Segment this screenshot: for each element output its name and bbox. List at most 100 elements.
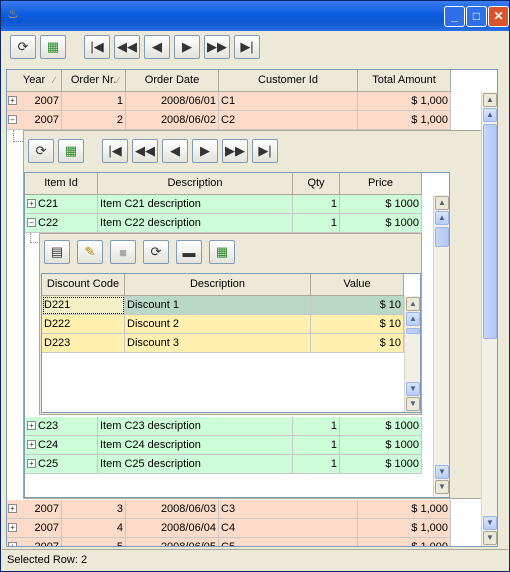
discounts-scrollbar[interactable]: ▲ ▲ ▼ ▼: [404, 296, 420, 412]
table-row[interactable]: + C23 Item C23 description 1 $ 1000: [25, 417, 422, 436]
next-button[interactable]: ▶: [174, 35, 200, 59]
delete-icon: ▬: [182, 244, 196, 260]
scroll-up-icon[interactable]: ▲: [406, 312, 420, 326]
discounts-grid: Discount Code Description Value D221 Dis…: [41, 273, 421, 413]
column-price[interactable]: Price: [340, 173, 422, 195]
table-row[interactable]: –2007 2 2008/06/02 C2 $ 1,000: [7, 111, 451, 130]
edit-button[interactable]: ✎: [77, 240, 103, 264]
scroll-top-icon[interactable]: ▲: [406, 297, 420, 311]
previous-icon: ◀: [152, 39, 162, 54]
column-year[interactable]: Year ∕: [7, 70, 62, 92]
last-page-icon: ▶|: [258, 143, 272, 158]
excel-export-icon: ▦: [46, 39, 60, 54]
items-toolbar: ⟳ ▦ |◀ ◀◀ ◀ ▶ ▶▶ ▶|: [28, 139, 278, 163]
expand-icon[interactable]: +: [27, 458, 36, 468]
discounts-grid-header: Discount Code Description Value: [42, 274, 404, 296]
column-description[interactable]: Description: [98, 173, 293, 195]
expand-icon[interactable]: +: [27, 439, 36, 449]
expand-icon[interactable]: +: [27, 420, 36, 430]
column-discount-code[interactable]: Discount Code: [42, 274, 125, 296]
reload-icon: ⟳: [17, 39, 29, 54]
minimize-button[interactable]: _: [444, 6, 465, 27]
orders-grid-header: Year ∕ Order Nr. ∕ Order Date Customer Id …: [7, 70, 451, 92]
expand-icon[interactable]: +: [8, 523, 17, 532]
excel-export-button[interactable]: ▦: [209, 240, 235, 264]
next-icon: ▶: [200, 143, 210, 158]
first-page-button[interactable]: |◀: [102, 139, 128, 163]
scroll-up-icon[interactable]: ▲: [435, 211, 449, 225]
table-row[interactable]: +2007 1 2008/06/01 C1 $ 1,000: [7, 92, 451, 111]
scroll-bottom-icon[interactable]: ▼: [483, 531, 497, 545]
scroll-top-icon[interactable]: ▲: [435, 196, 449, 210]
excel-export-button[interactable]: ▦: [40, 35, 66, 59]
items-subgrid-panel: ⟳ ▦ |◀ ◀◀ ◀ ▶ ▶▶ ▶| Item Id Description …: [23, 130, 482, 499]
reload-button[interactable]: ⟳: [28, 139, 54, 163]
scroll-top-icon[interactable]: ▲: [483, 93, 497, 107]
save-button[interactable]: ■: [110, 240, 136, 264]
table-row[interactable]: D222 Discount 2 $ 10: [42, 315, 404, 334]
table-row[interactable]: + C25 Item C25 description 1 $ 1000: [25, 455, 422, 474]
table-row[interactable]: + C21 Item C21 description 1 $ 1000: [25, 195, 422, 214]
next-page-icon: ▶▶: [225, 143, 245, 158]
table-row[interactable]: D221 Discount 1 $ 10: [42, 296, 404, 315]
table-row[interactable]: + C24 Item C24 description 1 $ 1000: [25, 436, 422, 455]
column-customer-id[interactable]: Customer Id: [219, 70, 358, 92]
table-row[interactable]: +2007 3 2008/06/03 C3 $ 1,000: [7, 500, 451, 519]
expand-icon[interactable]: +: [8, 542, 17, 546]
title-bar[interactable]: ♨ _ □ ✕: [1, 1, 509, 31]
import-button[interactable]: ▤: [44, 240, 70, 264]
scroll-thumb[interactable]: [406, 328, 420, 334]
table-row[interactable]: D223 Discount 3 $ 10: [42, 334, 404, 353]
scroll-bottom-icon[interactable]: ▼: [406, 397, 420, 411]
delete-button[interactable]: ▬: [176, 240, 202, 264]
column-item-id[interactable]: Item Id: [25, 173, 98, 195]
column-total-amount[interactable]: Total Amount: [358, 70, 451, 92]
last-page-button[interactable]: ▶|: [234, 35, 260, 59]
expand-icon[interactable]: +: [8, 504, 17, 513]
scroll-down-icon[interactable]: ▼: [406, 382, 420, 396]
scroll-up-icon[interactable]: ▲: [483, 108, 497, 122]
scroll-down-icon[interactable]: ▼: [435, 465, 449, 479]
next-page-button[interactable]: ▶▶: [204, 35, 230, 59]
column-order-date[interactable]: Order Date: [126, 70, 219, 92]
scroll-bottom-icon[interactable]: ▼: [435, 480, 449, 494]
previous-button[interactable]: ◀: [144, 35, 170, 59]
maximize-button[interactable]: □: [466, 6, 487, 27]
reload-button[interactable]: ⟳: [143, 240, 169, 264]
table-row[interactable]: – C22 Item C22 description 1 $ 1000: [25, 214, 422, 233]
excel-export-button[interactable]: ▦: [58, 139, 84, 163]
next-page-button[interactable]: ▶▶: [222, 139, 248, 163]
items-scrollbar[interactable]: ▲ ▲ ▼ ▼: [433, 195, 449, 497]
next-button[interactable]: ▶: [192, 139, 218, 163]
scroll-down-icon[interactable]: ▼: [483, 516, 497, 530]
table-row[interactable]: +2007 5 2008/06/05 C5 $ 1,000: [7, 538, 451, 546]
last-page-button[interactable]: ▶|: [252, 139, 278, 163]
excel-export-icon: ▦: [64, 143, 78, 158]
collapse-icon[interactable]: –: [8, 115, 17, 124]
scroll-thumb[interactable]: [483, 124, 497, 339]
scroll-thumb[interactable]: [435, 227, 449, 247]
column-value[interactable]: Value: [311, 274, 404, 296]
first-page-icon: |◀: [108, 143, 122, 158]
previous-page-button[interactable]: ◀◀: [132, 139, 158, 163]
column-description[interactable]: Description: [125, 274, 311, 296]
previous-icon: ◀: [170, 143, 180, 158]
status-bar: Selected Row: 2: [2, 549, 508, 571]
expand-icon[interactable]: +: [8, 96, 17, 105]
sort-icon: ∕: [53, 75, 55, 85]
collapse-icon[interactable]: –: [27, 217, 36, 227]
reload-button[interactable]: ⟳: [10, 35, 36, 59]
column-qty[interactable]: Qty: [293, 173, 340, 195]
close-button[interactable]: ✕: [488, 6, 509, 27]
expand-icon[interactable]: +: [27, 198, 36, 208]
reload-icon: ⟳: [35, 143, 47, 158]
previous-button[interactable]: ◀: [162, 139, 188, 163]
excel-export-icon: ▦: [215, 244, 229, 259]
table-row[interactable]: +2007 4 2008/06/04 C4 $ 1,000: [7, 519, 451, 538]
previous-page-icon: ◀◀: [117, 39, 137, 54]
status-text: Selected Row: 2: [7, 554, 88, 566]
column-order-nr[interactable]: Order Nr. ∕: [62, 70, 126, 92]
previous-page-button[interactable]: ◀◀: [114, 35, 140, 59]
first-page-button[interactable]: |◀: [84, 35, 110, 59]
orders-scrollbar[interactable]: ▲ ▲ ▼ ▼: [481, 92, 497, 546]
